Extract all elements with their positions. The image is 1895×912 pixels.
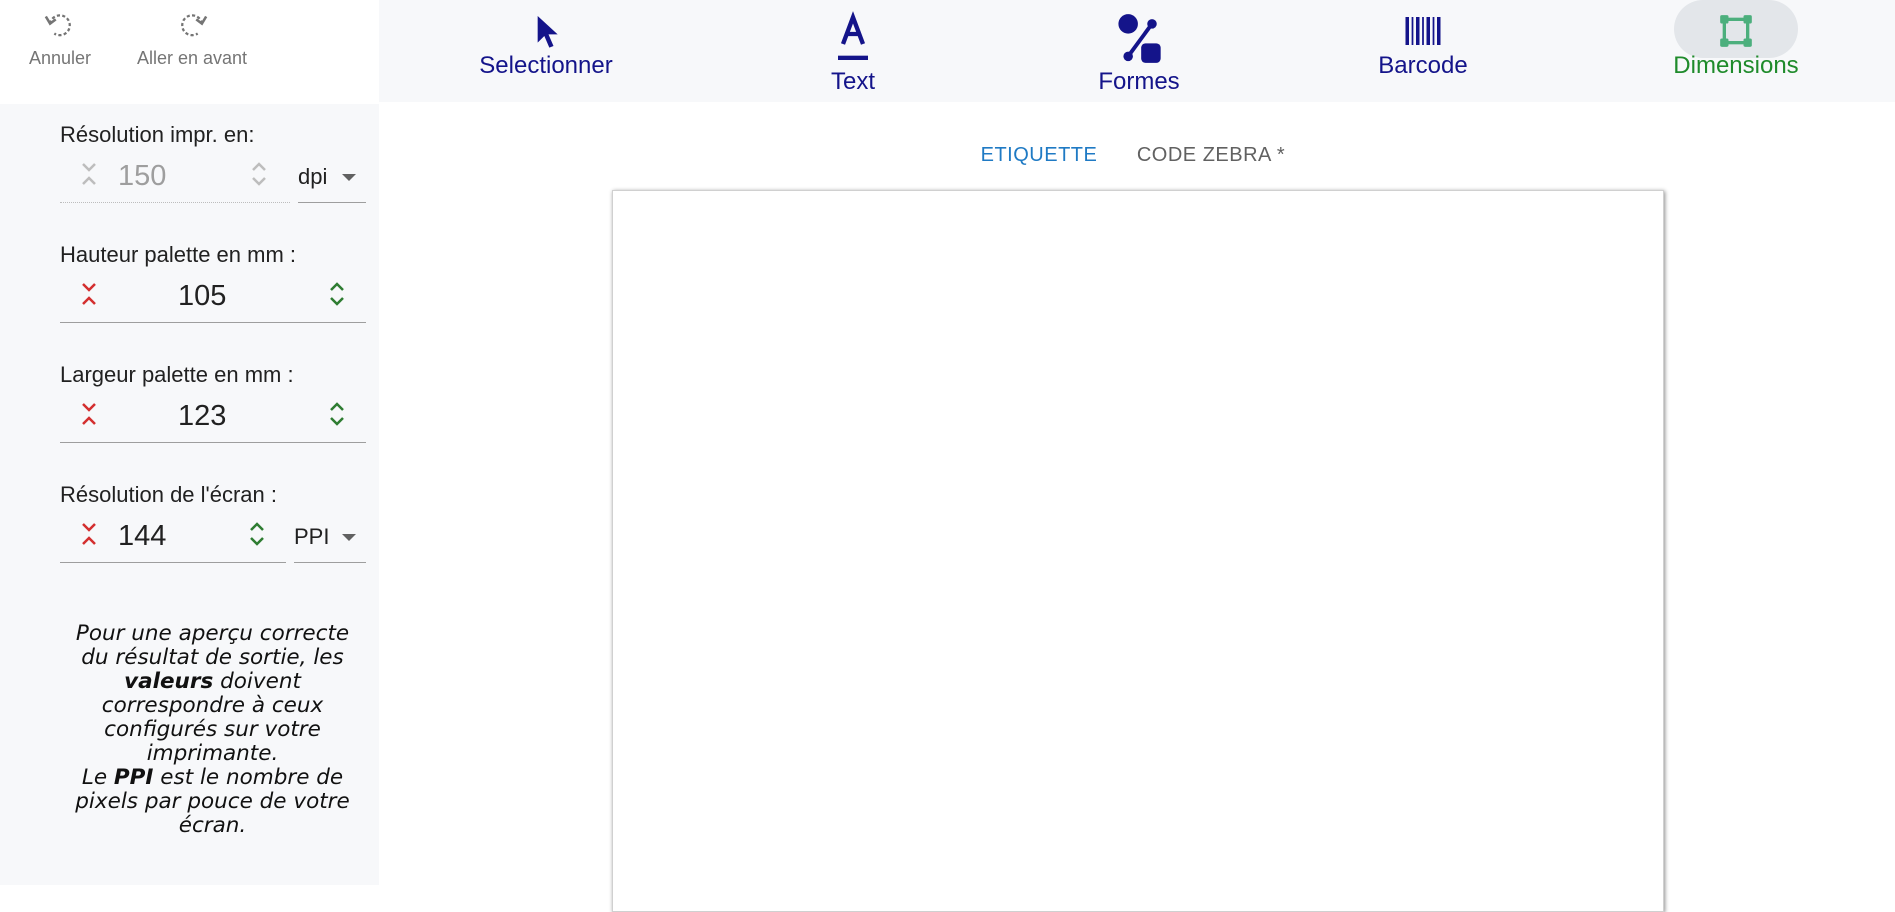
chevron-down-icon (342, 174, 356, 181)
palette-width-value[interactable]: 123 (178, 400, 226, 433)
screen-resolution-stepper[interactable]: 144 (60, 512, 286, 563)
decrement-icon[interactable] (78, 274, 100, 318)
cursor-icon (537, 16, 558, 48)
decrement-icon[interactable] (78, 514, 100, 558)
tool-toolbar: Selectionner Text Formes Barcode Dimensi… (379, 0, 1895, 102)
decrement-icon[interactable] (78, 394, 100, 438)
print-resolution-label: Résolution impr. en: (60, 122, 255, 147)
tool-dimensions[interactable]: Dimensions (1666, 0, 1806, 80)
redo-icon (181, 14, 208, 37)
undo-label: Annuler (28, 48, 92, 68)
note-text-1a: Pour une aperçu correcte du résultat de … (75, 621, 350, 670)
decrement-icon (82, 163, 96, 185)
tab-etiquette-label: ETIQUETTE (980, 144, 1098, 166)
palette-height-value[interactable]: 105 (178, 280, 226, 313)
tool-barcode[interactable]: Barcode (1363, 10, 1483, 80)
palette-height-stepper[interactable]: 105 (60, 272, 366, 323)
text-format-icon (838, 11, 868, 60)
tab-code-zebra[interactable]: CODE ZEBRA * (1118, 140, 1304, 193)
settings-sidebar: Annuler Aller en avant Résolution impr. … (0, 0, 379, 885)
history-bar: Annuler Aller en avant (0, 0, 379, 104)
tool-dimensions-label: Dimensions (1673, 52, 1799, 79)
print-resolution-unit-select[interactable]: dpi (298, 144, 366, 203)
label-canvas[interactable] (612, 190, 1664, 912)
shapes-icon (1118, 14, 1161, 63)
tool-text[interactable]: Text (803, 10, 903, 96)
redo-label: Aller en avant (136, 48, 248, 68)
tool-shapes[interactable]: Formes (1079, 10, 1199, 96)
increment-icon[interactable] (326, 274, 348, 318)
undo-button[interactable]: Annuler (18, 8, 102, 69)
print-resolution-stepper: 150 (60, 152, 290, 203)
barcode-icon (1405, 17, 1441, 45)
palette-width-label: Largeur palette en mm : (60, 362, 294, 387)
tool-text-label: Text (830, 68, 875, 95)
dimensions-icon (1720, 15, 1752, 47)
print-resolution-unit: dpi (298, 164, 328, 189)
tab-code-zebra-label: CODE ZEBRA * (1136, 144, 1286, 166)
tool-shapes-label: Formes (1098, 68, 1180, 95)
screen-resolution-value[interactable]: 144 (118, 520, 166, 553)
palette-height-label: Hauteur palette en mm : (60, 242, 297, 267)
increment-icon[interactable] (246, 514, 268, 558)
screen-resolution-label: Résolution de l'écran : (60, 482, 277, 507)
redo-button[interactable]: Aller en avant (126, 8, 258, 69)
undo-icon (44, 14, 71, 37)
help-note: Pour une aperçu correcte du résultat de … (60, 622, 365, 838)
palette-width-stepper[interactable]: 123 (60, 392, 366, 443)
tab-etiquette[interactable]: ETIQUETTE (960, 140, 1118, 196)
chevron-down-icon (342, 534, 356, 541)
tool-barcode-label: Barcode (1378, 52, 1468, 79)
screen-resolution-unit: PPI (294, 524, 330, 549)
note-text-2a: Le (81, 765, 108, 790)
screen-resolution-unit-select[interactable]: PPI (294, 504, 366, 563)
print-resolution-value: 150 (118, 160, 167, 192)
increment-icon (252, 162, 266, 186)
tool-select[interactable]: Selectionner (475, 10, 617, 80)
note-bold-ppi: PPI (113, 765, 154, 790)
note-bold-values: valeurs (124, 669, 214, 694)
tool-select-label: Selectionner (479, 52, 613, 79)
increment-icon[interactable] (326, 394, 348, 438)
